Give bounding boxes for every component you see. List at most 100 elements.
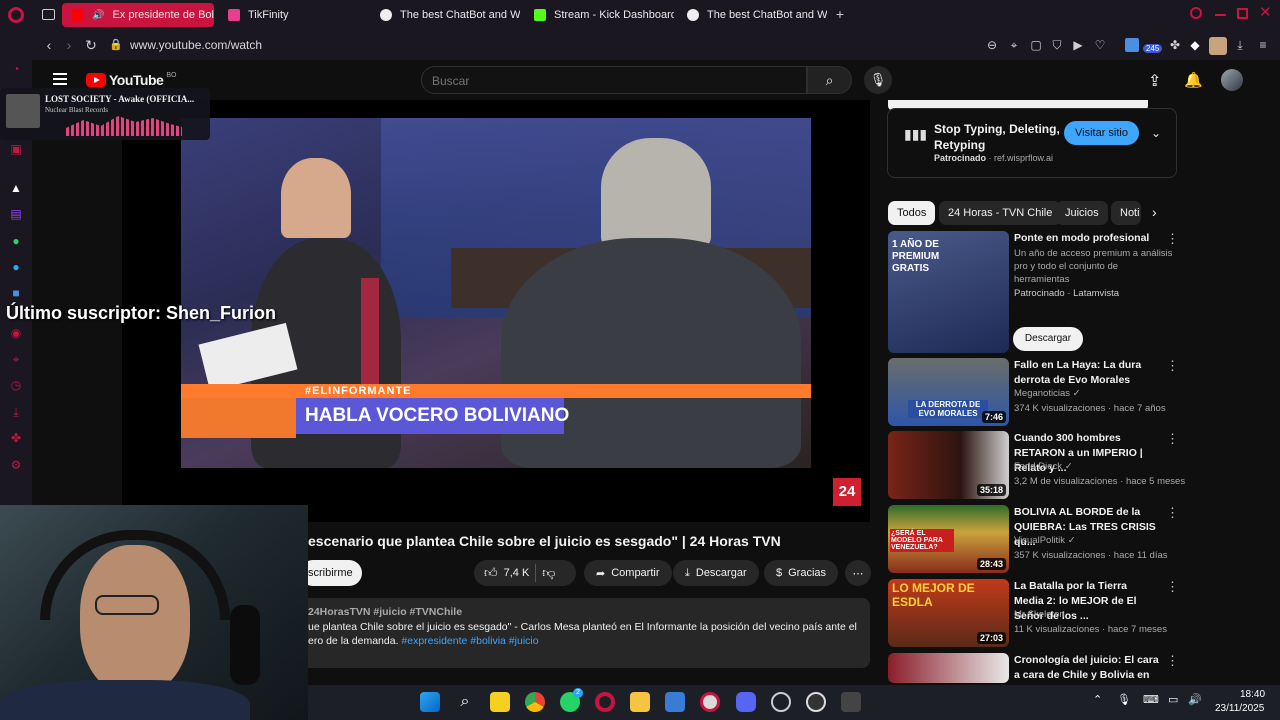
discord-icon[interactable] bbox=[736, 692, 756, 712]
rec-more-icon[interactable]: ⋮ bbox=[1166, 653, 1179, 669]
thanks-button[interactable]: $ Gracias bbox=[764, 560, 839, 586]
telegram-icon[interactable]: ● bbox=[9, 260, 23, 274]
close-icon[interactable]: ✕ bbox=[1259, 5, 1272, 20]
tray-keyboard-icon[interactable]: ⌨ bbox=[1143, 693, 1159, 706]
maximize-icon[interactable] bbox=[1237, 8, 1248, 19]
tray-volume-icon[interactable]: 🔊 bbox=[1188, 693, 1202, 706]
description-links[interactable]: #expresidente #bolivia #juicio bbox=[401, 635, 538, 647]
recommendation[interactable]: LO MEJOR DE ESDLA 27:03 La Batalla por l… bbox=[888, 579, 1188, 647]
extensions-puzzle-icon[interactable]: ✤ bbox=[1168, 38, 1182, 52]
zoom-icon[interactable]: ⊖ bbox=[985, 38, 999, 52]
easy-setup-icon[interactable]: ≡ bbox=[1256, 38, 1270, 52]
start-icon[interactable] bbox=[420, 692, 440, 712]
rec-more-icon[interactable]: ⋮ bbox=[1166, 505, 1179, 521]
tab-kick-dashboard[interactable]: Stream - Kick Dashboard bbox=[524, 3, 674, 27]
reload-icon[interactable]: ↻ bbox=[82, 36, 100, 54]
app-red-icon[interactable] bbox=[700, 692, 720, 712]
tab-chatbot-1[interactable]: The best ChatBot and Wi bbox=[370, 3, 520, 27]
recommendation[interactable]: LA DERROTA DE EVO MORALES 7:46 Fallo en … bbox=[888, 358, 1188, 426]
like-button[interactable]: 👍︎ 7,4 K bbox=[484, 565, 529, 581]
obs-icon[interactable] bbox=[806, 692, 826, 712]
extension-2-icon[interactable]: ◆ bbox=[1188, 38, 1202, 52]
extensions-icon[interactable]: ✤ bbox=[9, 431, 23, 445]
taskbar-search-icon[interactable]: ⌕ bbox=[455, 692, 475, 712]
download-button[interactable]: ⤓ Descargar bbox=[673, 560, 759, 586]
tray-chevron-icon[interactable]: ⌃ bbox=[1093, 693, 1102, 706]
rec-thumbnail[interactable]: LO MEJOR DE ESDLA 27:03 bbox=[888, 579, 1009, 647]
chip-24-horas[interactable]: 24 Horas - TVN Chile bbox=[939, 201, 1062, 225]
more-actions-button[interactable]: ⋯ bbox=[845, 560, 871, 586]
minimize-icon[interactable] bbox=[1215, 14, 1226, 16]
player-icon[interactable]: ◉ bbox=[9, 326, 23, 340]
app-gear-icon[interactable] bbox=[771, 692, 791, 712]
downloads-icon[interactable]: ⤓ bbox=[9, 405, 23, 419]
new-tab-icon[interactable]: + bbox=[833, 7, 847, 21]
share-button[interactable]: ➦ Compartir bbox=[584, 560, 672, 586]
account-avatar[interactable] bbox=[1221, 69, 1243, 91]
visit-site-button[interactable]: Visitar sitio bbox=[1064, 121, 1139, 145]
history-icon[interactable]: ◷ bbox=[9, 378, 23, 392]
clock-time[interactable]: 18:40 bbox=[1240, 689, 1265, 700]
url-field[interactable]: www.youtube.com/watch bbox=[130, 38, 262, 52]
app-dark-icon[interactable] bbox=[841, 692, 861, 712]
store-icon[interactable] bbox=[665, 692, 685, 712]
snapshot-icon[interactable]: ▢ bbox=[1029, 38, 1043, 52]
pinboard-icon[interactable]: ⌖ bbox=[9, 352, 23, 366]
workspaces-icon[interactable] bbox=[42, 9, 55, 20]
twitch-icon[interactable]: ▤ bbox=[9, 207, 23, 221]
heart-icon[interactable]: ♡ bbox=[1093, 38, 1107, 52]
rec-thumbnail[interactable] bbox=[888, 653, 1009, 683]
chip-todos[interactable]: Todos bbox=[888, 201, 936, 225]
recommendation-sponsored[interactable]: 1 AÑO DE PREMIUM GRATIS Ponte en modo pr… bbox=[888, 231, 1188, 353]
rec-more-icon[interactable]: ⋮ bbox=[1166, 579, 1179, 595]
chevron-down-icon[interactable]: ⌄ bbox=[1151, 126, 1161, 140]
speaker-icon[interactable]: 🔊 bbox=[92, 10, 104, 21]
tray-mic-icon[interactable]: 🎙 bbox=[1117, 693, 1131, 706]
rec-thumbnail[interactable]: ¿SERÁ EL MODELO PARA VENEZUELA? 28:43 bbox=[888, 505, 1009, 573]
upload-icon[interactable]: ⇪ bbox=[1148, 71, 1161, 91]
aria-icon[interactable]: ◔ bbox=[9, 62, 23, 76]
recommendation[interactable]: ¿SERÁ EL MODELO PARA VENEZUELA? 28:43 BO… bbox=[888, 505, 1188, 573]
tab-chatbot-2[interactable]: The best ChatBot and Wi bbox=[677, 3, 827, 27]
shield-icon[interactable]: ⛉ bbox=[1050, 38, 1064, 52]
subscribe-button[interactable]: scribirme bbox=[300, 560, 362, 586]
dislike-button[interactable]: 👎︎ bbox=[542, 565, 555, 581]
description-hashtags[interactable]: 24HorasTVN #juicio #TVNChile bbox=[308, 606, 462, 618]
back-icon[interactable]: ‹ bbox=[40, 36, 58, 54]
app-a-icon[interactable]: ▲ bbox=[9, 181, 23, 195]
app-b-icon[interactable]: ■ bbox=[9, 286, 23, 300]
pin-icon[interactable]: ⌖ bbox=[1007, 38, 1021, 52]
messenger-icon[interactable]: ▣ bbox=[9, 142, 23, 156]
tab-ex-presidente[interactable]: 🔊 Ex presidente de Boliv bbox=[62, 3, 214, 27]
rec-cta-button[interactable]: Descargar bbox=[1013, 327, 1083, 351]
pip-icon[interactable]: ▶ bbox=[1071, 38, 1085, 52]
extension-1-icon[interactable] bbox=[1125, 38, 1139, 52]
profile-avatar[interactable] bbox=[1209, 37, 1227, 55]
chip-juicios[interactable]: Juicios bbox=[1056, 201, 1108, 225]
clock-date[interactable]: 23/11/2025 bbox=[1215, 703, 1264, 714]
rec-more-icon[interactable]: ⋮ bbox=[1166, 431, 1179, 447]
opera-taskbar-icon[interactable] bbox=[595, 692, 615, 712]
recommendation[interactable]: Cronología del juicio: El cara a cara de… bbox=[888, 653, 1188, 683]
file-explorer-icon[interactable] bbox=[630, 692, 650, 712]
whatsapp-icon[interactable]: ● bbox=[9, 234, 23, 248]
sticky-notes-icon[interactable] bbox=[490, 692, 510, 712]
chip-noti[interactable]: Noti bbox=[1111, 201, 1141, 225]
settings-icon[interactable]: ⚙ bbox=[9, 458, 23, 472]
opera-logo-icon[interactable] bbox=[8, 7, 24, 23]
search-tabs-icon[interactable] bbox=[1190, 7, 1202, 19]
search-input[interactable] bbox=[432, 73, 792, 89]
rec-thumbnail[interactable]: LA DERROTA DE EVO MORALES 7:46 bbox=[888, 358, 1009, 426]
menu-icon[interactable] bbox=[53, 73, 67, 85]
chips-next-icon[interactable]: › bbox=[1152, 204, 1157, 220]
recommendation[interactable]: 35:18 Cuando 300 hombres RETARON a un IM… bbox=[888, 431, 1188, 499]
search-button[interactable]: ⌕ bbox=[807, 66, 852, 94]
tray-network-icon[interactable]: ▭ bbox=[1168, 693, 1178, 706]
rec-more-icon[interactable]: ⋮ bbox=[1166, 358, 1179, 374]
youtube-logo[interactable]: YouTube BO bbox=[86, 72, 176, 88]
download-icon[interactable]: ⤓ bbox=[1233, 38, 1247, 52]
rec-thumbnail[interactable]: 35:18 bbox=[888, 431, 1009, 499]
notifications-bell-icon[interactable]: 🔔 bbox=[1184, 71, 1203, 89]
rec-thumbnail[interactable]: 1 AÑO DE PREMIUM GRATIS bbox=[888, 231, 1009, 353]
rec-more-icon[interactable]: ⋮ bbox=[1166, 231, 1179, 247]
